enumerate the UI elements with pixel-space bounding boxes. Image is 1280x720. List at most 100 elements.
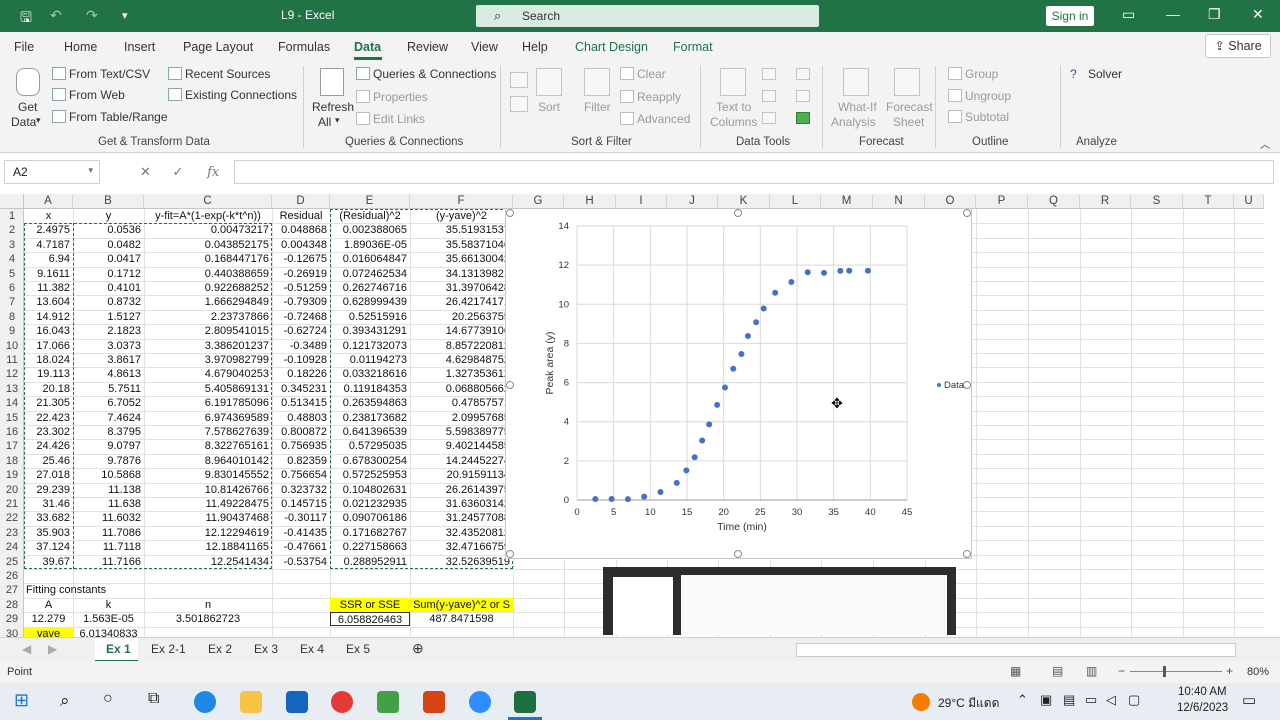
column-header-e[interactable]: E [330, 194, 410, 209]
chevron-down-icon[interactable]: ▾ [88, 165, 93, 176]
clear-button[interactable]: Clear [620, 67, 666, 81]
sort-za-icon[interactable] [510, 96, 528, 112]
column-header-d[interactable]: D [272, 194, 330, 209]
row-header[interactable]: 28 [0, 598, 24, 612]
row-header[interactable]: 22 [0, 511, 24, 525]
group-button[interactable]: Group [948, 67, 998, 81]
recent-sources-button[interactable]: Recent Sources [168, 67, 270, 81]
row-header[interactable]: 21 [0, 497, 24, 511]
tab-view[interactable]: View [471, 40, 498, 54]
cell[interactable]: x [24, 209, 73, 223]
weather-icon[interactable] [912, 693, 930, 711]
undo-icon[interactable]: ↶ [50, 7, 62, 24]
column-header-r[interactable]: R [1080, 194, 1131, 209]
column-header-c[interactable]: C [144, 194, 272, 209]
collapse-ribbon-icon[interactable]: ︿ [1260, 136, 1270, 151]
row-header[interactable]: 24 [0, 540, 24, 554]
advanced-button[interactable]: Advanced [620, 112, 690, 126]
text-to-columns-label[interactable]: Text to [716, 100, 751, 114]
forecast-sheet-label[interactable]: Forecast [886, 100, 933, 114]
cell[interactable]: 0.800872 [272, 425, 330, 439]
sheet-tab-ex4[interactable]: Ex 4 [300, 642, 324, 656]
row-header[interactable]: 17 [0, 439, 24, 453]
row-header[interactable]: 3 [0, 238, 24, 252]
cell[interactable]: yave [24, 626, 73, 637]
column-header-t[interactable]: T [1183, 194, 1234, 209]
row-header[interactable]: 6 [0, 281, 24, 295]
tab-insert[interactable]: Insert [124, 40, 155, 54]
from-table-button[interactable]: From Table/Range [52, 110, 168, 124]
cell[interactable]: -0.10928 [272, 353, 330, 367]
task-view-icon[interactable]: ⧉ [148, 690, 159, 708]
remove-duplicates-icon[interactable] [762, 90, 776, 102]
cell[interactable]: 6.058826463 [330, 612, 410, 627]
clock-date[interactable]: 12/6/2023 [1177, 702, 1228, 714]
cell[interactable]: Residual [272, 209, 330, 223]
edge-icon[interactable] [194, 691, 216, 713]
save-icon[interactable]: 🖫 [20, 7, 32, 31]
notifications-icon[interactable]: ▭ [1242, 691, 1256, 709]
from-text-csv-button[interactable]: From Text/CSV [52, 67, 150, 81]
customize-qat-icon[interactable]: ▾ [122, 9, 128, 22]
page-layout-view-icon[interactable]: ▤ [1052, 664, 1063, 678]
column-header-h[interactable]: H [564, 194, 616, 209]
cell[interactable]: -0.72468 [272, 310, 330, 324]
zoom-slider[interactable] [1130, 671, 1222, 672]
existing-connections-button[interactable]: Existing Connections [168, 88, 297, 102]
network-icon[interactable]: ▭ [1085, 692, 1097, 708]
what-if-label[interactable]: What-If [838, 100, 877, 114]
formula-input[interactable] [234, 160, 1274, 184]
embedded-screenshot[interactable] [603, 567, 956, 635]
edit-links-button[interactable]: Edit Links [356, 112, 425, 126]
cell[interactable]: 0.18226 [272, 367, 330, 381]
weather-text[interactable]: 29°C มีแดด [938, 694, 999, 713]
cell[interactable]: y-fit=A*(1-exp(-k*t^n)) [144, 209, 272, 223]
horizontal-scrollbar[interactable] [796, 643, 1236, 657]
column-header-a[interactable]: A [24, 194, 73, 209]
zoom-out-icon[interactable]: − [1118, 664, 1125, 678]
excel-icon[interactable] [514, 691, 536, 713]
row-header[interactable]: 14 [0, 396, 24, 410]
ribbon-display-icon[interactable]: ▭ [1122, 6, 1135, 23]
windows-start-icon[interactable]: ⊞ [14, 690, 29, 711]
cell[interactable]: n [144, 598, 272, 612]
insert-function-icon[interactable]: fx [207, 165, 219, 180]
column-header-o[interactable]: O [925, 194, 976, 209]
cell[interactable]: 0.756935 [272, 439, 330, 453]
enter-icon[interactable]: ✓ [173, 164, 184, 179]
tab-data[interactable]: Data [354, 40, 381, 54]
column-header-j[interactable]: J [667, 194, 718, 209]
data-validation-icon[interactable] [762, 112, 776, 124]
zoom-slider-thumb[interactable] [1163, 666, 1166, 677]
sort-az-icon[interactable] [510, 72, 528, 88]
column-header-m[interactable]: M [821, 194, 873, 209]
mail-icon[interactable] [286, 691, 308, 713]
cell[interactable]: y [73, 209, 144, 223]
cell[interactable]: -0.62724 [272, 324, 330, 338]
zoom-icon[interactable] [469, 691, 491, 713]
column-header-n[interactable]: N [873, 194, 925, 209]
row-header[interactable]: 9 [0, 324, 24, 338]
ungroup-button[interactable]: Ungroup [948, 89, 1011, 103]
properties-button[interactable]: Properties [356, 90, 428, 104]
data-model-icon[interactable] [796, 112, 810, 124]
cell[interactable]: 0.513415 [272, 396, 330, 410]
cell[interactable]: 0.756654 [272, 468, 330, 482]
name-box[interactable]: A2 ▾ [4, 160, 100, 184]
row-header[interactable]: 27 [0, 583, 24, 597]
share-button[interactable]: ⇪ Share [1205, 34, 1271, 58]
zoom-level[interactable]: 80% [1247, 666, 1269, 678]
row-header[interactable]: 20 [0, 483, 24, 497]
from-web-button[interactable]: From Web [52, 88, 125, 102]
refresh-label2[interactable]: All [318, 115, 331, 129]
cell[interactable]: 0.82359 [272, 454, 330, 468]
cell[interactable]: -0.53754 [272, 555, 330, 569]
row-header[interactable]: 12 [0, 367, 24, 381]
cortana-icon[interactable]: ○ [103, 690, 113, 708]
filter-button[interactable]: Filter [584, 100, 611, 114]
row-header[interactable]: 7 [0, 295, 24, 309]
row-header[interactable]: 25 [0, 555, 24, 569]
speaker-icon[interactable]: ◁ [1106, 692, 1116, 708]
close-icon[interactable]: ✕ [1252, 6, 1264, 23]
column-header-p[interactable]: P [976, 194, 1028, 209]
